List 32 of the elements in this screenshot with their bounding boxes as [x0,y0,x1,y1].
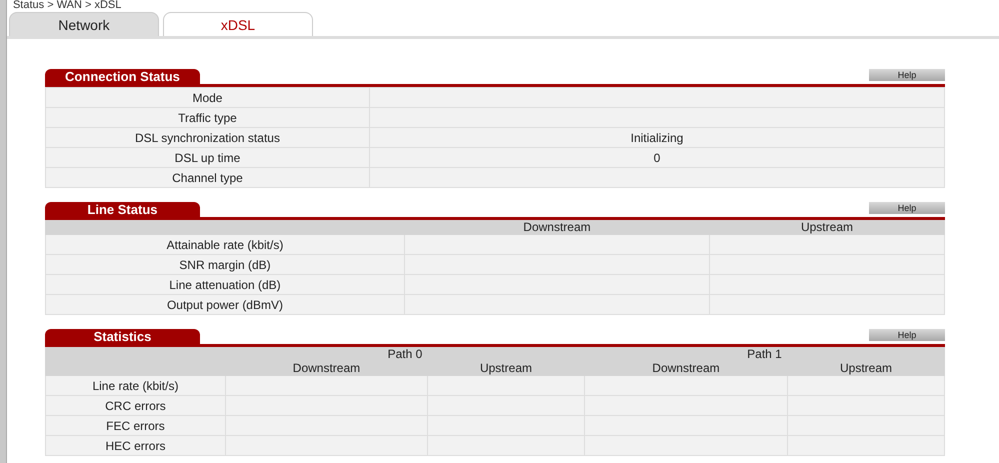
table-cell: Attainable rate (kbit/s) [45,234,404,254]
column-header: Upstream [787,362,944,376]
help-button[interactable]: Help [869,202,945,214]
column-header: Downstream [404,220,710,234]
table-cell: FEC errors [45,416,226,436]
table-cell: CRC errors [45,396,226,416]
tab[interactable]: xDSL [162,12,313,36]
table-cell: Initializing [369,128,944,148]
table-cell: DSL up time [45,148,370,168]
table-cell: Channel type [45,168,370,188]
section-title: Line Status [44,202,200,217]
column-header: Downstream [584,362,788,376]
table-cell: DSL synchronization status [45,128,370,148]
table-cell: Line attenuation (dB) [45,274,404,294]
table-cell: Line rate (kbit/s) [45,376,226,396]
tab[interactable]: Network [8,12,159,36]
help-button[interactable]: Help [869,69,945,81]
column-header: Downstream [225,362,428,376]
table-cell: HEC errors [45,436,226,456]
table-cell: 0 [369,148,944,168]
table-cell: Traffic type [45,108,370,128]
column-header: Upstream [709,220,944,234]
section-title: Connection Status [44,69,200,84]
table-cell: Output power (dBmV) [45,294,404,314]
breadcrumb: Status > WAN > xDSL [12,0,122,11]
column-header: Upstream [427,362,584,376]
section-title: Statistics [44,329,200,344]
column-header: Path 1 [584,348,944,362]
column-header: Path 0 [225,348,584,362]
table-cell: Mode [45,88,370,108]
table-cell: SNR margin (dB) [45,254,404,274]
help-button[interactable]: Help [869,329,945,341]
